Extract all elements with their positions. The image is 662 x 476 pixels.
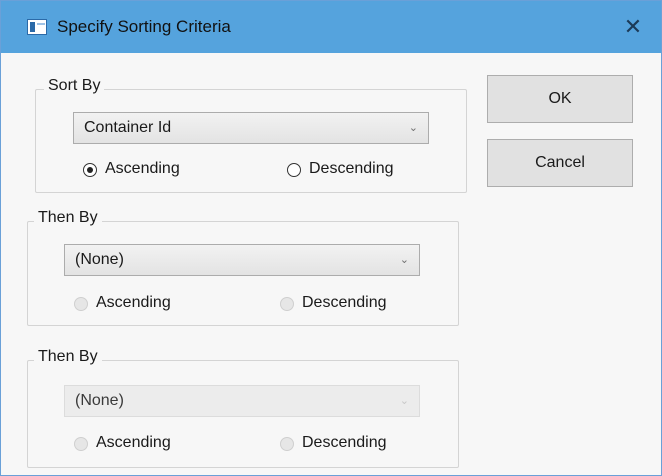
sort-by-label: Sort By (44, 77, 105, 95)
then-by-label-2: Then By (34, 348, 102, 366)
cancel-button[interactable]: Cancel (487, 139, 633, 187)
sort-by-combobox-value: Container Id (84, 119, 172, 136)
dialog-window-icon (27, 19, 47, 35)
then-by-1-ascending-label: Ascending (96, 294, 171, 311)
radio-unchecked-icon (74, 437, 88, 451)
sort-by-ascending-label: Ascending (105, 160, 180, 177)
then-by-combobox-2[interactable]: (None) ⌄ (64, 385, 420, 417)
sort-by-group: Sort By Container Id ⌄ Ascending Descend… (35, 77, 467, 193)
sort-by-combobox[interactable]: Container Id ⌄ (73, 112, 429, 144)
dialog-window: Specify Sorting Criteria ✕ Sort By Conta… (0, 0, 662, 476)
chevron-down-icon: ⌄ (399, 254, 409, 266)
then-by-combobox-2-value: (None) (75, 392, 124, 409)
then-by-2-ascending-label: Ascending (96, 434, 171, 451)
close-button[interactable]: ✕ (613, 11, 653, 43)
then-by-group-1: Then By (None) ⌄ Ascending Descending (27, 209, 459, 326)
then-by-combobox-1-value: (None) (75, 251, 124, 268)
radio-unchecked-icon (280, 297, 294, 311)
chevron-down-icon: ⌄ (399, 395, 409, 407)
dialog-client-area: Sort By Container Id ⌄ Ascending Descend… (1, 53, 661, 475)
radio-unchecked-icon (287, 163, 301, 177)
sort-by-descending-label: Descending (309, 160, 394, 177)
title-bar[interactable]: Specify Sorting Criteria ✕ (1, 1, 661, 53)
ok-button[interactable]: OK (487, 75, 633, 123)
then-by-group-2: Then By (None) ⌄ Ascending Descending (27, 348, 459, 468)
then-by-2-descending-label: Descending (302, 434, 387, 451)
window-title: Specify Sorting Criteria (57, 17, 231, 36)
radio-unchecked-icon (280, 437, 294, 451)
radio-checked-icon (83, 163, 97, 177)
then-by-1-descending-label: Descending (302, 294, 387, 311)
then-by-combobox-1[interactable]: (None) ⌄ (64, 244, 420, 276)
chevron-down-icon: ⌄ (408, 122, 418, 134)
radio-unchecked-icon (74, 297, 88, 311)
then-by-label-1: Then By (34, 209, 102, 227)
